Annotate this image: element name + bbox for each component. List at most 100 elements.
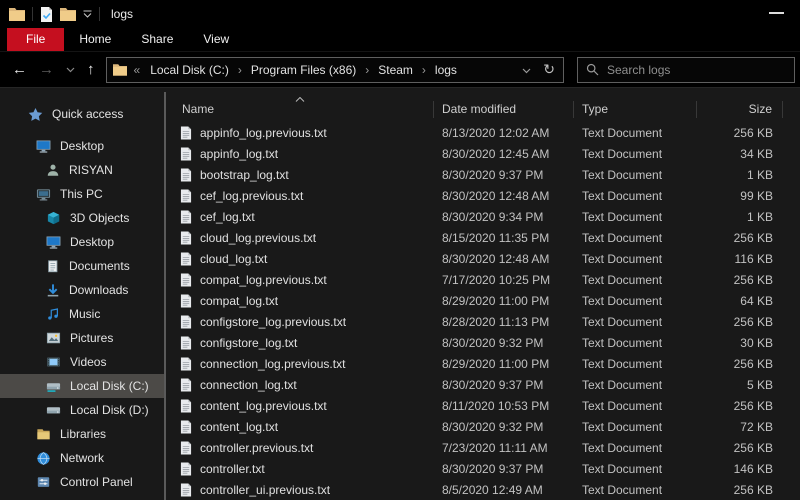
file-row[interactable]: connection_log.txt 8/30/2020 9:37 PM Text … [166, 374, 800, 395]
file-row[interactable]: compat_log.previous.txt 7/17/2020 10:25 P… [166, 269, 800, 290]
sidebar-item-control-panel[interactable]: Control Panel [0, 470, 166, 494]
breadcrumb-segment[interactable]: logs [430, 61, 462, 79]
sidebar-item-label: Pictures [70, 331, 114, 345]
file-row[interactable]: content_log.previous.txt 8/11/2020 10:53 … [166, 395, 800, 416]
file-row[interactable]: connection_log.previous.txt 8/29/2020 11:… [166, 353, 800, 374]
file-explorer-window: logs File Home Share View ← → ↑ «Local Disk… [0, 0, 800, 500]
cube-icon [46, 211, 61, 226]
file-row[interactable]: configstore_log.txt 8/30/2020 9:32 PM Text… [166, 332, 800, 353]
sidebar-item-libraries[interactable]: Libraries [0, 422, 166, 446]
file-size: 64 KB [740, 293, 773, 308]
file-type: Text Document [582, 482, 663, 497]
file-text-icon [180, 315, 192, 329]
breadcrumb-separator[interactable]: › [420, 63, 428, 77]
tab-view[interactable]: View [188, 28, 244, 51]
file-size: 256 KB [733, 272, 773, 287]
breadcrumb-overflow[interactable]: « [131, 63, 144, 77]
file-row[interactable]: cloud_log.previous.txt 8/15/2020 11:35 PM… [166, 227, 800, 248]
file-date-modified: 8/5/2020 12:49 AM [442, 482, 543, 497]
column-header-size[interactable]: Size [697, 100, 783, 118]
search-input[interactable] [607, 62, 786, 77]
sidebar-item-documents[interactable]: Documents [0, 254, 166, 278]
file-type: Text Document [582, 461, 663, 476]
file-type: Text Document [582, 188, 663, 203]
file-date-modified: 8/13/2020 12:02 AM [442, 125, 550, 140]
recent-locations-chevron-icon[interactable] [66, 67, 75, 73]
file-date-modified: 8/15/2020 11:35 PM [442, 230, 550, 245]
file-name: content_log.previous.txt [166, 399, 434, 413]
sidebar-item-videos[interactable]: Videos [0, 350, 166, 374]
sidebar-item-desktop[interactable]: Desktop [0, 134, 166, 158]
qat-separator [32, 7, 33, 21]
back-button[interactable]: ← [12, 62, 27, 77]
sidebar-item-3d-objects[interactable]: 3D Objects [0, 206, 166, 230]
file-size: 34 KB [740, 146, 773, 161]
file-row[interactable]: controller.previous.txt 7/23/2020 11:11 A… [166, 437, 800, 458]
breadcrumb-segment[interactable]: Program Files (x86) [246, 61, 361, 79]
file-name: bootstrap_log.txt [166, 168, 434, 182]
sidebar-item-downloads[interactable]: Downloads [0, 278, 166, 302]
sidebar-item-label: RISYAN [69, 163, 113, 177]
column-header-date-modified[interactable]: Date modified [434, 100, 574, 118]
file-row[interactable]: controller_ui.previous.txt 8/5/2020 12:49… [166, 479, 800, 500]
quick-access-toolbar [0, 6, 100, 22]
file-text-icon [180, 357, 192, 371]
sidebar-item-this-pc[interactable]: This PC [0, 182, 166, 206]
file-text-icon [180, 231, 192, 245]
search-box[interactable] [577, 56, 795, 83]
file-row[interactable]: configstore_log.previous.txt 8/28/2020 11… [166, 311, 800, 332]
column-header-type[interactable]: Type [574, 100, 697, 118]
file-type: Text Document [582, 419, 663, 434]
file-text-icon [180, 210, 192, 224]
file-row[interactable]: content_log.txt 8/30/2020 9:32 PM Text Doc… [166, 416, 800, 437]
address-bar[interactable]: «Local Disk (C:) › Program Files (x86) › Ste… [105, 56, 564, 83]
file-size: 5 KB [746, 377, 773, 392]
file-size: 99 KB [740, 188, 773, 203]
file-size: 256 KB [733, 125, 773, 140]
title-bar: logs [0, 0, 800, 28]
documents-icon [46, 259, 60, 274]
tab-share[interactable]: Share [126, 28, 188, 51]
new-folder-icon[interactable] [60, 7, 76, 21]
file-name: compat_log.previous.txt [166, 273, 434, 287]
sidebar-item-local-disk-c[interactable]: Local Disk (C:) [0, 374, 166, 398]
file-date-modified: 8/29/2020 11:00 PM [442, 356, 550, 371]
tab-file[interactable]: File [7, 28, 65, 51]
sidebar-item-local-disk-d[interactable]: Local Disk (D:) [0, 398, 166, 422]
up-button[interactable]: ↑ [87, 62, 95, 77]
sidebar-item-label: Network [60, 451, 105, 465]
sidebar-scrollbar[interactable] [164, 92, 166, 500]
minimize-button[interactable] [769, 12, 784, 14]
breadcrumb-separator[interactable]: › [236, 63, 244, 77]
sidebar-item-pictures[interactable]: Pictures [0, 326, 166, 350]
sidebar-item-item[interactable] [0, 494, 166, 500]
nav-buttons: ← → ↑ [0, 62, 106, 77]
file-row[interactable]: appinfo_log.previous.txt 8/13/2020 12:02 … [166, 122, 800, 143]
sidebar-item-music[interactable]: Music [0, 302, 166, 326]
customize-chevron-icon[interactable] [83, 10, 92, 18]
breadcrumb-segment[interactable]: Local Disk (C:) [145, 61, 234, 79]
properties-icon[interactable] [40, 6, 53, 22]
sidebar-item-desktop[interactable]: Desktop [0, 230, 166, 254]
file-size: 256 KB [733, 482, 773, 497]
address-dropdown-chevron-icon[interactable] [522, 63, 531, 77]
sidebar-item-quick-access[interactable]: Quick access [0, 102, 166, 126]
breadcrumb-segment[interactable]: Steam [373, 61, 418, 79]
sidebar-item-label: Local Disk (D:) [70, 403, 149, 417]
file-row[interactable]: appinfo_log.txt 8/30/2020 12:45 AM Text Do… [166, 143, 800, 164]
refresh-icon[interactable]: ↻ [543, 61, 555, 78]
file-name: connection_log.txt [166, 378, 434, 392]
forward-button[interactable]: → [39, 62, 54, 77]
sidebar-item-network[interactable]: Network [0, 446, 166, 470]
sidebar-item-risyan[interactable]: RISYAN [0, 158, 166, 182]
file-row[interactable]: cef_log.txt 8/30/2020 9:34 PM Text Documen… [166, 206, 800, 227]
file-row[interactable]: controller.txt 8/30/2020 9:37 PM Text Docu… [166, 458, 800, 479]
file-row[interactable]: bootstrap_log.txt 8/30/2020 9:37 PM Text D… [166, 164, 800, 185]
tab-home[interactable]: Home [64, 28, 126, 51]
breadcrumb-separator[interactable]: › [363, 63, 371, 77]
file-row[interactable]: compat_log.txt 8/29/2020 11:00 PM Text Doc… [166, 290, 800, 311]
file-row[interactable]: cloud_log.txt 8/30/2020 12:48 AM Text Docu… [166, 248, 800, 269]
file-row[interactable]: cef_log.previous.txt 8/30/2020 12:48 AM Te… [166, 185, 800, 206]
sidebar-item-label: Videos [70, 355, 107, 369]
